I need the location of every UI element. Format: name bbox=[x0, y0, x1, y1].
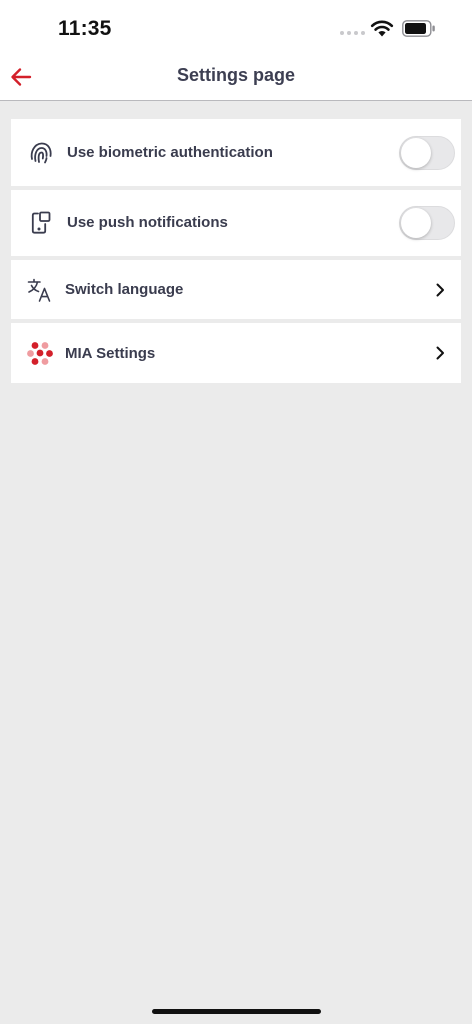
translate-icon bbox=[26, 276, 54, 304]
home-indicator[interactable] bbox=[152, 1009, 321, 1014]
settings-item-push-notifications[interactable]: Use push notifications bbox=[11, 190, 461, 256]
status-time: 11:35 bbox=[58, 17, 112, 40]
settings-item-label: Use biometric authentication bbox=[67, 144, 273, 161]
toggle-knob bbox=[401, 208, 431, 238]
settings-item-label: MIA Settings bbox=[65, 345, 156, 362]
page-title: Settings page bbox=[176, 65, 296, 85]
battery-icon bbox=[402, 20, 435, 37]
header: Settings page bbox=[0, 56, 472, 101]
settings-screen: 11:35 Settings page Use biometric authen… bbox=[0, 0, 472, 1024]
biometric-toggle[interactable] bbox=[399, 136, 455, 170]
status-bar: 11:35 bbox=[0, 0, 472, 56]
wifi-icon bbox=[370, 20, 394, 37]
chevron-right-icon bbox=[433, 283, 447, 297]
settings-item-biometric[interactable]: Use biometric authentication bbox=[11, 119, 461, 186]
top-bar: 11:35 Settings page bbox=[0, 0, 472, 101]
settings-item-mia-settings[interactable]: MIA Settings bbox=[11, 323, 461, 383]
cellular-signal-icon bbox=[340, 31, 366, 35]
push-notifications-toggle[interactable] bbox=[399, 206, 455, 240]
settings-item-label: Switch language bbox=[65, 281, 184, 298]
phone-notification-icon bbox=[27, 209, 55, 237]
toggle-knob bbox=[401, 138, 431, 168]
mia-logo-icon bbox=[26, 339, 54, 367]
fingerprint-icon bbox=[27, 139, 55, 167]
settings-item-switch-language[interactable]: Switch language bbox=[11, 260, 461, 319]
settings-item-label: Use push notifications bbox=[67, 214, 228, 231]
chevron-right-icon bbox=[433, 346, 447, 360]
